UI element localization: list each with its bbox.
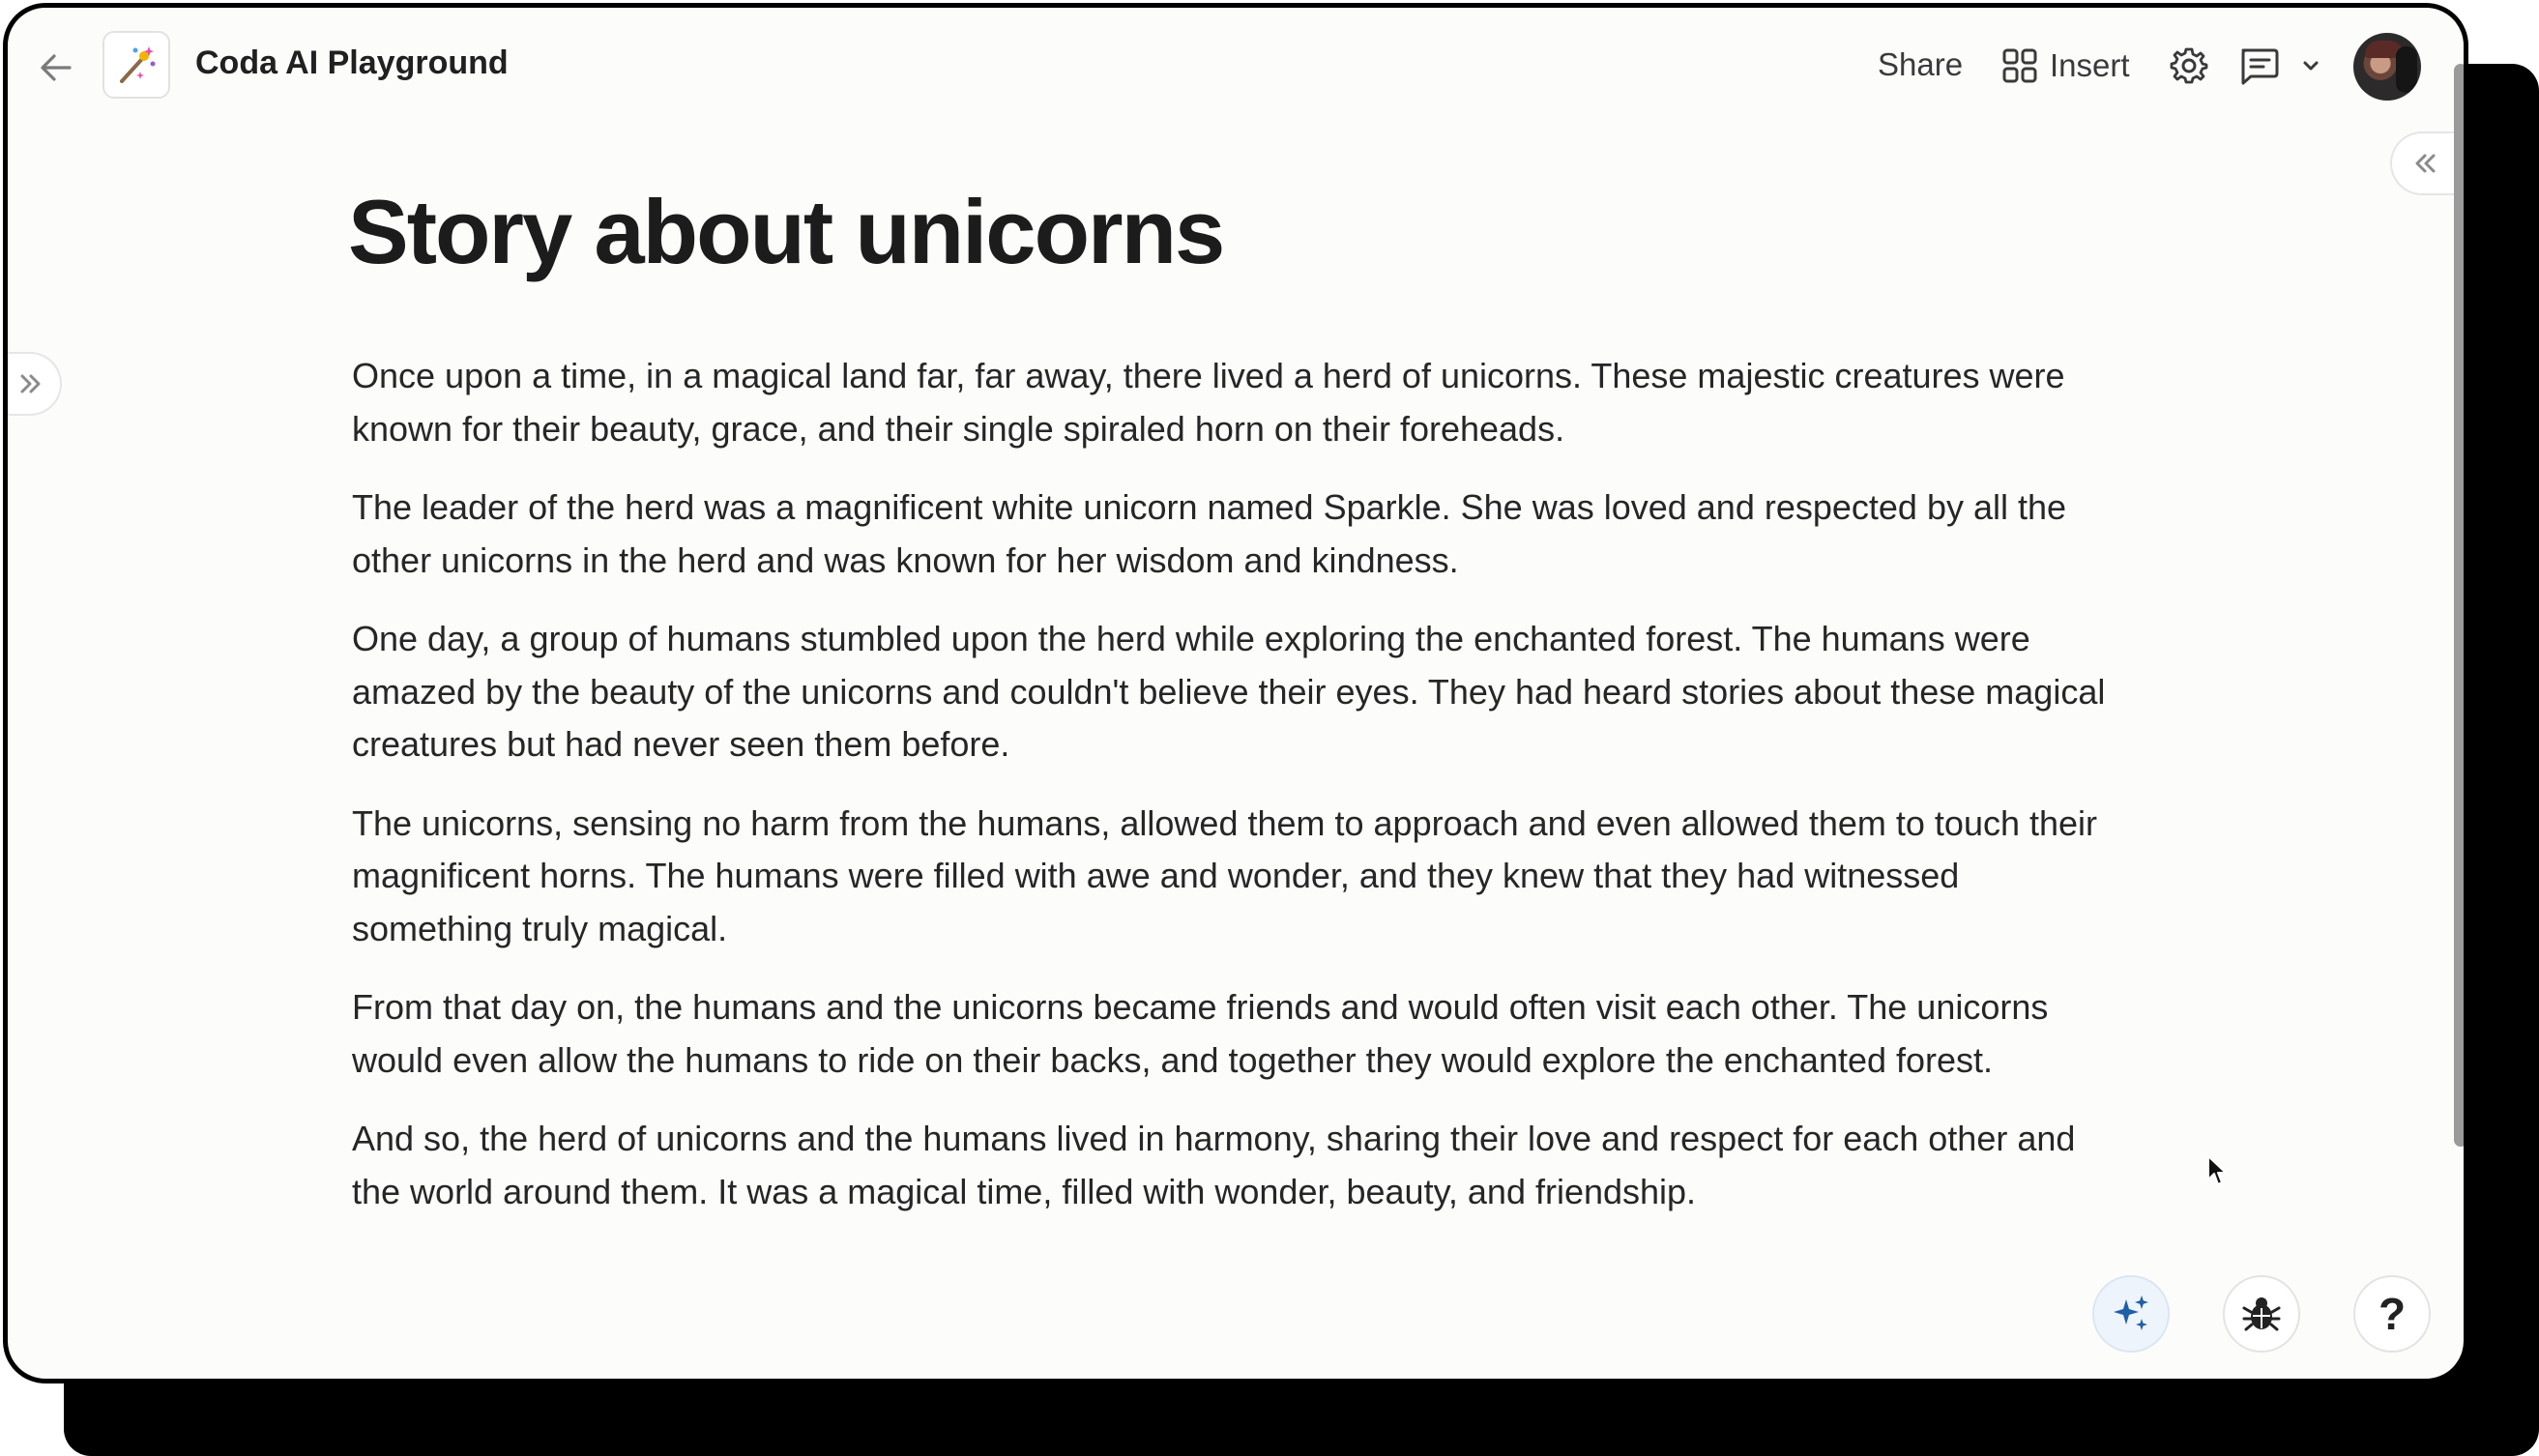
cursor-arrow-icon [2207,1155,2227,1185]
story-paragraph[interactable]: The unicorns, sensing no harm from the h… [352,798,2121,956]
scrollbar-thumb[interactable] [2454,64,2464,1147]
gear-icon [2170,47,2208,84]
comments-button[interactable] [2237,46,2280,85]
back-button[interactable] [37,48,75,87]
chevron-down-icon [2303,61,2319,71]
story-paragraph[interactable]: One day, a group of humans stumbled upon… [352,613,2121,772]
settings-button[interactable] [2170,46,2208,85]
sparkle-ai-icon [2114,1296,2148,1330]
story-body[interactable]: Once upon a time, in a magical land far,… [352,350,2121,1244]
insert-grid-icon [2002,48,2037,83]
story-paragraph[interactable]: And so, the herd of unicorns and the hum… [352,1113,2121,1218]
magic-wand-icon [120,46,156,83]
avatar-shadow [2396,46,2417,93]
user-avatar[interactable] [2353,33,2421,101]
story-paragraph[interactable]: Once upon a time, in a magical land far,… [352,350,2121,455]
double-chevron-left-icon [2415,154,2436,173]
app-window: Coda AI Playground Share Insert Story ab… [3,3,2468,1383]
right-panel-toggle[interactable] [2390,131,2458,195]
report-bug-button[interactable] [2223,1275,2300,1353]
ai-assistant-button[interactable] [2092,1275,2170,1353]
bug-icon [2242,1297,2281,1331]
page-title[interactable]: Story about unicorns [348,180,1225,284]
story-paragraph[interactable]: The leader of the herd was a magnificent… [352,481,2121,587]
comments-dropdown[interactable] [2299,54,2322,77]
insert-button[interactable]: Insert [2001,44,2130,87]
help-button[interactable]: ? [2353,1275,2431,1353]
share-button[interactable]: Share [1878,46,1963,83]
doc-title[interactable]: Coda AI Playground [195,44,509,82]
back-arrow-icon [41,54,72,81]
story-paragraph[interactable]: From that day on, the humans and the uni… [352,981,2121,1087]
comment-icon [2241,48,2279,85]
top-bar: Coda AI Playground Share Insert [8,8,2464,124]
insert-label: Insert [2050,47,2130,83]
doc-icon-button[interactable] [102,31,170,99]
double-chevron-right-icon [20,374,41,393]
mouse-cursor [2206,1154,2228,1187]
left-sidebar-toggle[interactable] [8,352,62,416]
